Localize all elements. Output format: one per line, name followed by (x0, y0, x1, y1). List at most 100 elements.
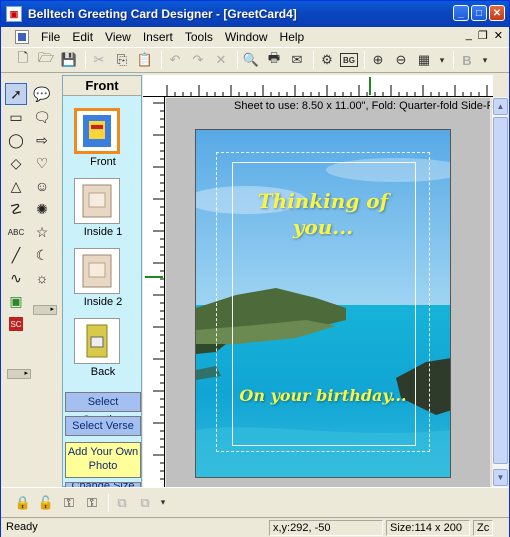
menu-help[interactable]: Help (274, 30, 311, 44)
menu-bar: File Edit View Insert Tools Window Help … (1, 27, 509, 46)
paste-icon[interactable]: 📋 (135, 50, 155, 70)
document-icon[interactable] (15, 29, 29, 44)
page-thumb-inside1[interactable] (74, 178, 120, 224)
shape-tool-grid: ➚ 💬 ▭ 🗨 ◯ ⇨ ◇ ♡ △ ☺ ☡ ✺ ABC ☆ ╱ ☾ ∿ ☼ ▣ … (5, 83, 57, 335)
properties-icon[interactable]: ⚙ (317, 50, 337, 70)
rectangle-icon[interactable]: ▭ (5, 106, 27, 128)
card-birthday-text[interactable]: On your birthday... (196, 386, 450, 405)
close-button[interactable]: ✕ (489, 5, 505, 21)
arrange-toolbar: 🔒 🔓 ⚿ ⚿ ⧉ ⧉ ▾ (1, 487, 509, 517)
redo-icon[interactable]: ↷ (188, 50, 208, 70)
image-icon[interactable]: ▣ (5, 290, 27, 312)
more-format-icon[interactable]: ▾ (480, 50, 490, 70)
print-icon[interactable]: 🖶 (264, 50, 284, 70)
status-zoom: Zc (473, 520, 493, 536)
scroll-up-icon[interactable]: ▲ (493, 98, 508, 115)
clipart-icon[interactable]: SC (9, 317, 23, 331)
doc-minimize-icon[interactable]: _ (466, 29, 472, 42)
status-ready: Ready (6, 521, 38, 533)
lock-icon[interactable]: 🔒 (13, 493, 33, 513)
vertical-scrollbar[interactable]: ▲ ▼ (491, 97, 508, 487)
ungroup-icon[interactable]: ⚿ (82, 493, 102, 513)
bold-icon[interactable]: B (457, 50, 477, 70)
select-greeting-button[interactable]: Select Greeting (65, 392, 141, 426)
toolbar-separator (108, 493, 109, 512)
page-label-back: Back (90, 366, 116, 378)
page-thumb-back[interactable] (74, 318, 120, 364)
scroll-thumb[interactable] (493, 117, 508, 464)
diamond-icon[interactable]: ◇ (5, 152, 27, 174)
horizontal-ruler (143, 75, 493, 97)
select-verse-button[interactable]: Select Verse (65, 416, 141, 436)
menu-tools[interactable]: Tools (179, 30, 219, 44)
grid-icon[interactable]: ▦ (414, 50, 434, 70)
new-icon[interactable]: 🗋 (13, 50, 33, 70)
undo-icon[interactable]: ↶ (165, 50, 185, 70)
toolbar-separator (237, 51, 238, 69)
page-thumb-front[interactable] (74, 108, 120, 154)
more-arrange-icon[interactable]: ▾ (158, 493, 168, 513)
back-thumbnail-image (86, 324, 108, 358)
app-icon[interactable]: ▣ (6, 6, 22, 22)
callout-icon[interactable]: 💬 (31, 83, 53, 105)
print-preview-icon[interactable]: 🔍 (241, 50, 261, 70)
smiley-icon[interactable]: ☺ (31, 175, 53, 197)
zoom-out-icon[interactable]: ⊖ (391, 50, 411, 70)
bring-front-icon[interactable]: ⧉ (112, 493, 132, 513)
shape-toolbox: ➚ 💬 ▭ 🗨 ◯ ⇨ ◇ ♡ △ ☺ ☡ ✺ ABC ☆ ╱ ☾ ∿ ☼ ▣ … (5, 77, 59, 379)
burst-icon[interactable]: ✺ (31, 198, 53, 220)
zoom-in-icon[interactable]: ⊕ (368, 50, 388, 70)
toolbar-separator (453, 51, 454, 69)
toolbar-separator (364, 51, 365, 69)
background-icon[interactable]: BG (340, 53, 358, 67)
curve-icon[interactable]: ∿ (5, 267, 27, 289)
doc-close-icon[interactable]: ✕ (494, 29, 503, 42)
sun-icon[interactable]: ☼ (31, 267, 53, 289)
arrow-icon[interactable]: ⇨ (31, 129, 53, 151)
cut-icon[interactable]: ✂ (89, 50, 109, 70)
ellipse-icon[interactable]: ◯ (5, 129, 27, 151)
app-window: ▣ Belltech Greeting Card Designer - [Gre… (0, 0, 510, 537)
heart-icon[interactable]: ♡ (31, 152, 53, 174)
menu-insert[interactable]: Insert (137, 30, 179, 44)
pointer-icon[interactable]: ➚ (5, 83, 27, 105)
page-label-inside1: Inside 1 (83, 226, 123, 238)
card-front[interactable]: Thinking of you... On your birthday... (195, 129, 451, 478)
speech-bubble-icon[interactable]: 🗨 (31, 106, 53, 128)
menu-edit[interactable]: Edit (66, 30, 99, 44)
star-icon[interactable]: ☆ (31, 221, 53, 243)
menu-view[interactable]: View (99, 30, 137, 44)
card-greeting-text[interactable]: Thinking of you... (196, 188, 450, 240)
menu-file[interactable]: File (35, 30, 66, 44)
toolbar-separator (313, 51, 314, 69)
design-canvas[interactable]: Sheet to use: 8.50 x 11.00", Fold: Quart… (166, 98, 490, 487)
scroll-down-icon[interactable]: ▼ (493, 469, 508, 486)
copy-icon[interactable]: ⎘ (112, 50, 132, 70)
triangle-icon[interactable]: △ (5, 175, 27, 197)
open-icon[interactable]: 🗁 (36, 50, 56, 70)
line-icon[interactable]: ╱ (5, 244, 27, 266)
freeform-icon[interactable]: ☡ (5, 198, 27, 220)
send-back-icon[interactable]: ⧉ (135, 493, 155, 513)
minimize-button[interactable]: _ (453, 5, 469, 21)
page-thumb-inside2[interactable] (74, 248, 120, 294)
group-icon[interactable]: ⚿ (59, 493, 79, 513)
unlock-icon[interactable]: 🔓 (36, 493, 56, 513)
tools-expander-icon[interactable]: ▸ (7, 369, 31, 379)
more-tools-icon[interactable]: ▾ (437, 50, 447, 70)
page-label-inside2: Inside 2 (83, 296, 123, 308)
page-label-front: Front (90, 156, 116, 168)
maximize-button[interactable]: □ (471, 5, 487, 21)
menu-window[interactable]: Window (219, 30, 274, 44)
save-icon[interactable]: 💾 (59, 50, 79, 70)
inside1-thumbnail-image (82, 184, 112, 218)
shape-expander-icon[interactable]: ▸ (33, 305, 57, 315)
add-photo-button[interactable]: Add Your Own Photo (65, 442, 141, 478)
document-controls: _ ❐ ✕ (466, 29, 503, 42)
doc-restore-icon[interactable]: ❐ (478, 29, 488, 42)
inside2-thumbnail-image (82, 254, 112, 288)
wizard-icon[interactable]: ✉ (287, 50, 307, 70)
delete-icon[interactable]: ✕ (211, 50, 231, 70)
text-icon[interactable]: ABC (5, 221, 27, 243)
moon-icon[interactable]: ☾ (31, 244, 53, 266)
